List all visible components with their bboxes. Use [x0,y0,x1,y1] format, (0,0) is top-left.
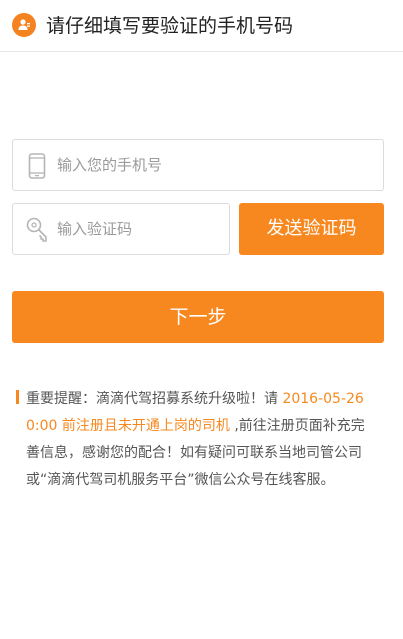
user-badge-icon [12,13,36,37]
next-button[interactable]: 下一步 [12,291,384,343]
page-title: 请仔细填写要验证的手机号码 [46,15,294,37]
page: 请仔细填写要验证的手机号码 发送验证码 下一步 重要提醒：滴滴代驾招募系统升级啦… [0,0,403,639]
key-icon [24,215,50,245]
notice-text: 重要提醒：滴滴代驾招募系统升级啦！请 2016-05-26 0:00 前注册且未… [16,386,368,494]
code-field[interactable] [12,203,230,255]
header: 请仔细填写要验证的手机号码 [0,0,403,52]
verification-code-input[interactable] [57,204,225,254]
send-code-button[interactable]: 发送验证码 [239,203,384,255]
phone-icon [24,151,50,181]
phone-input[interactable] [57,140,375,190]
phone-field[interactable] [12,139,384,191]
spacer [0,53,403,130]
notice-part-1: 重要提醒：滴滴代驾招募系统升级啦！请 [26,391,283,407]
